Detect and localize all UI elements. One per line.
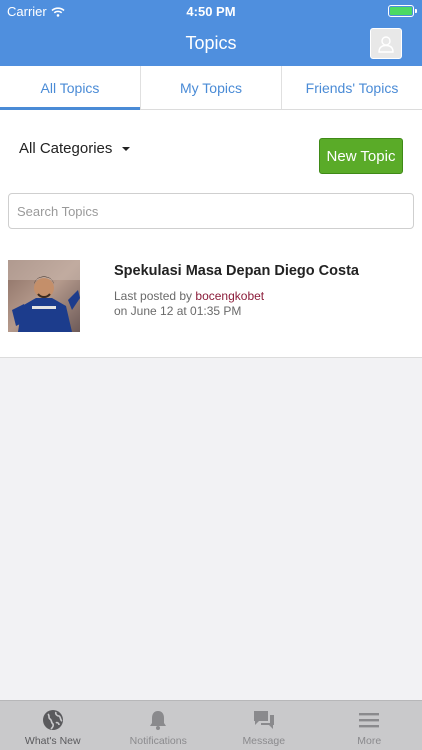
status-time: 4:50 PM — [186, 4, 236, 19]
tabbar-notifications[interactable]: Notifications — [106, 701, 212, 750]
tab-friends-topics[interactable]: Friends' Topics — [282, 66, 422, 109]
tabbar-whats-new[interactable]: What's New — [0, 701, 106, 750]
last-posted-label: Last posted by — [114, 289, 193, 303]
tab-my-topics[interactable]: My Topics — [141, 66, 282, 109]
topic-thumbnail — [8, 260, 80, 332]
tabbar-label: What's New — [24, 735, 81, 747]
category-dropdown[interactable]: All Categories — [19, 140, 131, 157]
tabbar-label: Message — [242, 735, 286, 747]
page-title: Topics — [185, 33, 237, 53]
status-bar: Carrier 4:50 PM — [0, 0, 422, 22]
bell-icon — [150, 711, 167, 730]
tabbar-message[interactable]: Message — [211, 701, 317, 750]
category-label: All Categories — [19, 140, 113, 157]
topic-meta: Last posted by bocengkobet on June 12 at… — [114, 289, 264, 319]
topic-title[interactable]: Spekulasi Masa Depan Diego Costa — [114, 263, 359, 279]
globe-icon — [42, 710, 63, 730]
topic-tabs: All Topics My Topics Friends' Topics — [0, 66, 422, 110]
menu-icon — [359, 713, 380, 728]
search-input[interactable] — [8, 193, 414, 229]
topic-username[interactable]: bocengkobet — [195, 289, 264, 303]
bottom-tabbar: What's New Notifications Message More — [0, 700, 422, 750]
topic-date: on June 12 at 01:35 PM — [114, 304, 242, 318]
new-topic-button[interactable]: New Topic — [319, 138, 403, 174]
tabbar-label: More — [357, 735, 382, 747]
battery-icon — [388, 5, 417, 17]
profile-button[interactable] — [370, 28, 402, 59]
tabbar-more[interactable]: More — [317, 701, 422, 750]
battery-fill — [390, 7, 412, 15]
caret-down-icon — [122, 146, 131, 151]
list-item[interactable]: Spekulasi Masa Depan Diego Costa Last po… — [0, 260, 422, 350]
chat-icon — [253, 711, 274, 729]
tabbar-label: Notifications — [129, 735, 187, 747]
topics-panel: All Categories New Topic Search Topics S… — [0, 110, 422, 358]
user-icon — [378, 35, 394, 53]
tab-all-topics[interactable]: All Topics — [0, 66, 141, 110]
app-header: Carrier 4:50 PM Topics — [0, 0, 422, 66]
